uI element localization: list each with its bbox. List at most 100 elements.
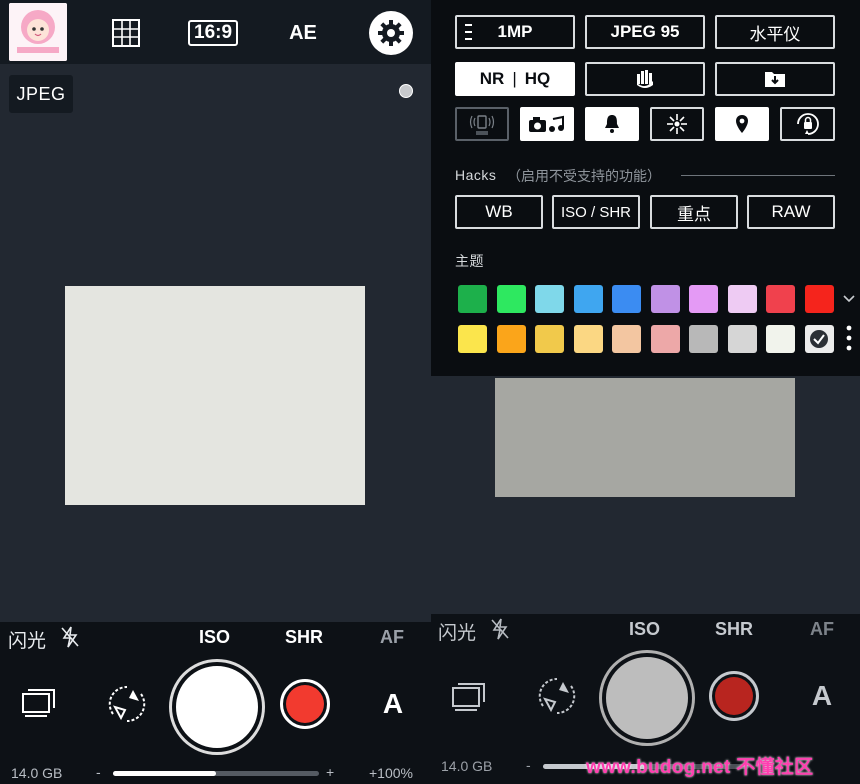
bell-icon — [605, 115, 619, 133]
hacks-label: Hacks — [455, 167, 497, 183]
hq-label: HQ — [524, 69, 551, 88]
theme-swatch[interactable] — [573, 285, 603, 313]
nr-hq-toggle[interactable]: NR | HQ — [455, 62, 575, 96]
left-screen: 16:9 AE JPEG 闪光 ISO SHR AF A 14.0 GB - +… — [0, 0, 431, 784]
theme-swatch[interactable] — [689, 285, 718, 313]
resolution-label: 1MP — [497, 22, 533, 41]
jpeg-quality-button[interactable]: JPEG 95 — [585, 15, 705, 49]
theme-swatch[interactable] — [496, 325, 526, 353]
theme-swatch[interactable] — [766, 325, 795, 353]
status-indicator-dot — [399, 84, 413, 98]
ois-vibration-icon — [469, 115, 495, 135]
flash-off-icon[interactable] — [490, 618, 510, 640]
grid-icon[interactable] — [110, 17, 142, 49]
format-tag: JPEG — [9, 75, 73, 113]
notification-bell-button[interactable] — [585, 107, 639, 141]
nr-label: NR — [479, 69, 505, 88]
auto-mode-button[interactable]: A — [378, 687, 408, 721]
zoom-minus[interactable]: - — [96, 764, 101, 780]
af-mode-label[interactable]: AF — [380, 627, 404, 648]
record-dot — [286, 685, 324, 723]
hack-focus-button[interactable]: 重点 — [650, 195, 738, 229]
bottom-controls: 闪光 ISO SHR AF A 14.0 GB - + +100% — [0, 622, 431, 784]
switch-camera-icon[interactable] — [533, 672, 581, 720]
level-button[interactable]: 水平仪 — [715, 15, 835, 49]
shutter-button[interactable] — [172, 662, 262, 752]
rotation-lock-button[interactable] — [780, 107, 835, 141]
exposure-burst-button[interactable] — [650, 107, 704, 141]
iso-mode-label-right[interactable]: ISO — [629, 619, 660, 640]
iso-mode-label[interactable]: ISO — [199, 627, 230, 648]
flash-label[interactable]: 闪光 — [8, 626, 46, 653]
af-mode-label-right[interactable]: AF — [810, 619, 834, 640]
theme-swatch[interactable] — [727, 285, 757, 313]
hack-raw-button[interactable]: RAW — [747, 195, 835, 229]
right-screen: 1MP JPEG 95 水平仪 NR | HQ Hacks （启用不受支持的功能… — [431, 0, 860, 784]
quick-settings-panel: 1MP JPEG 95 水平仪 NR | HQ Hacks （启用不受支持的功能… — [431, 0, 860, 376]
hacks-description: （启用不受支持的功能） — [507, 168, 661, 184]
shutter-button[interactable] — [602, 653, 692, 743]
theme-swatch[interactable] — [650, 325, 680, 353]
location-pin-icon — [736, 115, 748, 133]
zoom-plus[interactable]: + — [326, 764, 334, 780]
top-toolbar: 16:9 AE — [0, 0, 431, 64]
gallery-icon[interactable] — [22, 688, 56, 718]
scene-preview-paper — [65, 286, 365, 505]
theme-swatch[interactable] — [535, 325, 564, 353]
watermark-text: www.budog.net 不懂社区 — [586, 757, 814, 778]
ois-button[interactable] — [455, 107, 509, 141]
chevron-down-icon[interactable] — [843, 295, 855, 303]
zoom-slider[interactable] — [113, 771, 319, 776]
shr-mode-label-right[interactable]: SHR — [715, 619, 753, 640]
shr-mode-label[interactable]: SHR — [285, 627, 323, 648]
resolution-bars-icon — [465, 24, 472, 40]
theme-swatch-selected[interactable] — [804, 325, 834, 353]
storage-remaining: 14.0 GB — [441, 758, 493, 774]
more-options-icon[interactable] — [846, 324, 852, 352]
record-dot — [715, 677, 753, 715]
theme-swatch[interactable] — [689, 325, 718, 353]
folder-download-icon — [765, 72, 785, 87]
theme-swatch[interactable] — [496, 285, 526, 313]
gallery-icon[interactable] — [452, 682, 486, 712]
stabilizer-button[interactable] — [585, 62, 705, 96]
save-location-button[interactable] — [715, 62, 835, 96]
gear-icon — [378, 20, 404, 46]
settings-gear-button[interactable] — [369, 11, 413, 55]
zoom-value: +100% — [369, 765, 413, 781]
record-button[interactable] — [709, 671, 759, 721]
check-icon — [810, 330, 828, 348]
theme-swatch[interactable] — [458, 325, 487, 353]
zoom-minus[interactable]: - — [526, 757, 531, 773]
camera-music-icon — [529, 115, 564, 132]
theme-swatch[interactable] — [766, 285, 795, 313]
geotag-button[interactable] — [715, 107, 769, 141]
theme-swatch[interactable] — [727, 325, 757, 353]
record-button[interactable] — [280, 679, 330, 729]
theme-swatch[interactable] — [612, 285, 641, 313]
aspect-ratio-button[interactable]: 16:9 — [188, 18, 239, 48]
theme-swatch[interactable] — [573, 325, 603, 353]
last-photo-thumbnail[interactable] — [9, 3, 67, 61]
hack-wb-button[interactable]: WB — [455, 195, 543, 229]
auto-mode-button[interactable]: A — [807, 679, 837, 713]
hack-iso-shr-button[interactable]: ISO / SHR — [552, 195, 640, 229]
zoom-slider-fill — [113, 771, 216, 776]
scene-preview-paper-dim — [495, 378, 795, 497]
theme-swatch[interactable] — [650, 285, 680, 313]
sunburst-icon — [667, 114, 687, 134]
theme-swatch[interactable] — [535, 285, 564, 313]
theme-swatch[interactable] — [612, 325, 641, 353]
hacks-divider — [681, 175, 835, 176]
hand-stabilizer-icon — [637, 70, 653, 88]
theme-swatch[interactable] — [458, 285, 487, 313]
flash-label-right[interactable]: 闪光 — [438, 618, 476, 645]
resolution-button[interactable]: 1MP — [455, 15, 575, 49]
ae-button[interactable]: AE — [283, 18, 323, 48]
switch-camera-icon[interactable] — [103, 680, 151, 728]
flash-off-icon[interactable] — [60, 626, 80, 648]
theme-label: 主题 — [455, 253, 484, 269]
camera-sound-button[interactable] — [520, 107, 574, 141]
rotation-lock-icon — [796, 113, 819, 135]
theme-swatch[interactable] — [804, 285, 834, 313]
